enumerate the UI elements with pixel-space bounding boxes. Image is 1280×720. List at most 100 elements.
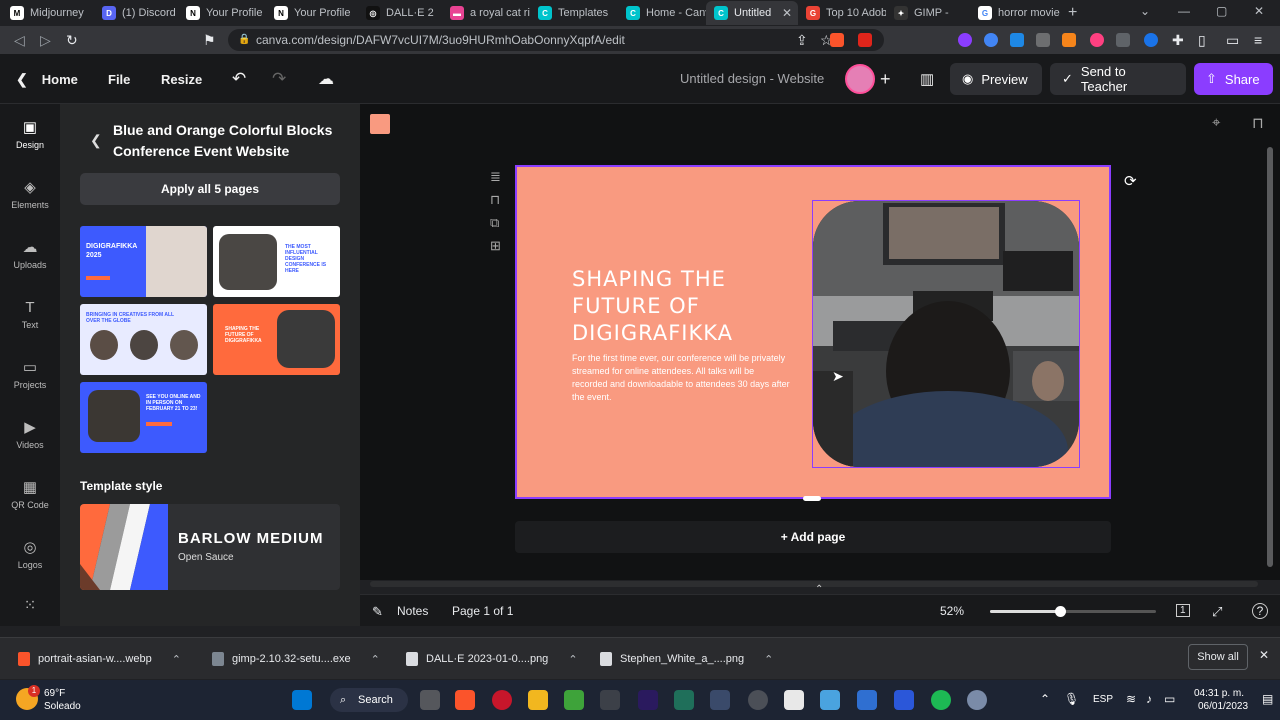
zoom-level[interactable]: 52% [940,604,964,618]
input-language[interactable]: ESP [1093,694,1113,705]
volume-icon[interactable]: ♪ [1146,692,1152,706]
brave-app-icon[interactable] [455,690,475,710]
extension-icon[interactable] [1036,33,1050,47]
chevron-up-icon[interactable]: ⌃ [568,653,577,666]
horizontal-scrollbar[interactable] [370,581,1258,587]
vertical-scrollbar[interactable] [1267,147,1273,567]
background-color-swatch[interactable] [370,114,390,134]
share-button[interactable]: ⇧ Share [1194,63,1273,95]
app-icon[interactable] [894,690,914,710]
brave-shield-icon[interactable] [830,33,844,47]
more-apps-icon[interactable]: ⁙ [0,598,60,618]
app-icon[interactable] [674,690,694,710]
chrome-icon[interactable] [748,690,768,710]
brave-rewards-icon[interactable] [858,33,872,47]
settings-gear-icon[interactable] [967,690,987,710]
lock-icon[interactable]: ⊓ [1252,114,1264,132]
reload-icon[interactable]: ↻ [66,32,78,49]
extension-icon[interactable] [958,33,972,47]
add-page-icon[interactable]: ⊞ [490,238,501,254]
taskbar-search[interactable]: ⌕ Search [330,688,408,712]
new-tab-icon[interactable]: + [1068,4,1077,22]
page-body-text[interactable]: For the first time ever, our conference … [572,352,792,404]
avatar[interactable] [845,64,875,94]
clock-date[interactable]: 06/01/2023 [1198,701,1248,712]
page-indicator[interactable]: Page 1 of 1 [452,604,513,618]
browser-tab-active[interactable]: C Untitled ✕ [706,1,798,25]
paint-format-icon[interactable]: ⌖ [1212,114,1220,131]
comment-icon[interactable]: ⟳ [1124,172,1137,190]
undo-icon[interactable]: ↶ [232,54,246,104]
show-all-downloads-button[interactable]: Show all [1188,644,1248,670]
page-headline[interactable]: SHAPING THE FUTURE OF DIGIGRAFIKKA [572,266,772,347]
notes-icon[interactable]: ≣ [490,169,501,185]
app-icon[interactable] [600,690,620,710]
file-explorer-icon[interactable] [528,690,548,710]
fullscreen-icon[interactable]: ⤢ [1212,604,1222,620]
add-page-button[interactable]: + Add page [515,521,1111,553]
design-page[interactable]: SHAPING THE FUTURE OF DIGIGRAFIKKA For t… [515,165,1111,499]
back-icon[interactable]: ◁ [14,32,25,49]
opera-app-icon[interactable] [492,690,512,710]
sidebar-icon[interactable]: ▯ [1198,32,1206,49]
download-item[interactable]: Stephen_White_a_....png ⌃ [600,638,773,680]
premiere-pro-icon[interactable] [638,690,658,710]
url-input[interactable]: 🔒 canva.com/design/DAFW7vcUI7M/3uo9HURmh… [228,29,884,51]
browser-tab[interactable]: M Midjourney [2,1,94,25]
preview-button[interactable]: ◉ Preview [950,63,1042,95]
browser-tab[interactable]: ✦ GIMP - [886,1,970,25]
notifications-icon[interactable]: ▤ [1262,692,1273,706]
app-icon[interactable] [710,690,730,710]
browser-tab[interactable]: ◎ DALL·E 2 [358,1,442,25]
extension-icon[interactable] [1144,33,1158,47]
rail-item-logos[interactable]: ◎ Logos [0,540,60,571]
maximize-icon[interactable]: ▢ [1216,4,1227,18]
clock-time[interactable]: 04:31 p. m. [1194,688,1244,699]
help-icon[interactable]: ? [1252,603,1268,619]
browser-tab[interactable]: Ghorror movie [970,1,1062,25]
page-resize-handle[interactable] [803,496,821,501]
browser-tab[interactable]: ▬ a royal cat ri [442,1,530,25]
download-item[interactable]: gimp-2.10.32-setu....exe ⌃ [212,638,380,680]
add-collaborator-button[interactable]: + [880,54,891,104]
wallet-icon[interactable]: ▭ [1226,32,1239,49]
chevron-up-icon[interactable]: ⌃ [1040,692,1050,706]
app-icon[interactable] [784,690,804,710]
rail-item-projects[interactable]: ▭ Projects [0,360,60,391]
download-item[interactable]: portrait-asian-w....webp ⌃ [18,638,181,680]
chevron-up-icon[interactable]: ⌃ [172,653,181,666]
puzzle-icon[interactable]: ✚ [1172,32,1184,49]
insights-icon[interactable]: ▥ [920,54,934,104]
task-view-icon[interactable] [420,690,440,710]
rail-item-uploads[interactable]: ☁ Uploads [0,240,60,271]
resize-button[interactable]: Resize [161,54,202,104]
design-title[interactable]: Untitled design - Website [680,71,824,86]
forward-icon[interactable]: ▷ [40,32,51,49]
bookmark-icon[interactable]: ⚑ [203,32,216,49]
lock-page-icon[interactable]: ⊓ [490,192,500,208]
apply-all-pages-button[interactable]: Apply all 5 pages [80,173,340,205]
notes-button[interactable]: Notes [397,604,428,618]
rail-item-design[interactable]: ▣ Design [0,120,60,151]
wifi-icon[interactable]: ≋ [1126,692,1136,706]
home-button[interactable]: ❮ Home [16,54,78,104]
template-thumbnail[interactable]: SEE YOU ONLINE AND IN PERSON ON FEBRUARY… [80,382,207,453]
browser-tab[interactable]: G Top 10 Adob [798,1,886,25]
metamask-icon[interactable] [1062,33,1076,47]
tab-search-icon[interactable]: ⌄ [1140,4,1150,18]
template-thumbnail[interactable]: BRINGING IN CREATIVES FROM ALL OVER THE … [80,304,207,375]
notes-icon[interactable]: ✎ [372,604,383,620]
close-downloads-icon[interactable]: ✕ [1259,648,1269,662]
browser-tab[interactable]: N Your Profile [266,1,358,25]
share-page-icon[interactable]: ⇪ [796,32,808,49]
browser-tab[interactable]: D (1) Discord | [94,1,178,25]
windows-start-icon[interactable] [292,690,312,710]
menu-icon[interactable]: ≡ [1254,32,1262,48]
chevron-up-icon[interactable]: ⌃ [371,653,380,666]
extension-icon[interactable] [1116,33,1130,47]
close-tab-icon[interactable]: ✕ [782,6,792,20]
chevron-up-icon[interactable]: ⌃ [764,653,773,666]
send-to-teacher-button[interactable]: ✓ Send to Teacher [1050,63,1186,95]
template-thumbnail[interactable]: THE MOST INFLUENTIAL DESIGN CONFERENCE I… [213,226,340,297]
browser-tab[interactable]: N Your Profile [178,1,266,25]
